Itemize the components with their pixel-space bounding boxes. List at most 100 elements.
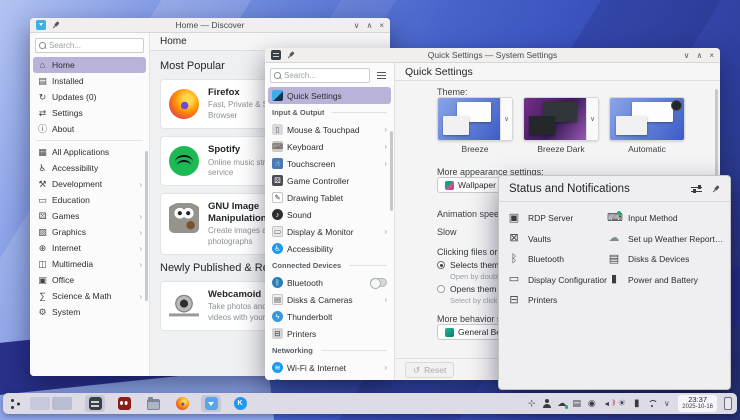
maximize-button[interactable]: ∧ xyxy=(696,48,702,63)
tray-status-item[interactable]: Vaults xyxy=(507,229,607,250)
wallpaper-button[interactable]: Wallpaper xyxy=(437,177,504,193)
bluetooth-toggle[interactable] xyxy=(370,278,387,287)
tray-status-item[interactable]: Display Configuration xyxy=(507,270,607,291)
tray-status-item[interactable]: Printers xyxy=(507,290,607,311)
category-item[interactable]: System xyxy=(30,304,149,320)
discover-titlebar[interactable]: Home — Discover ∨ ∧ × xyxy=(30,18,390,33)
sidebar-scrollbar[interactable] xyxy=(390,131,393,211)
minimize-button[interactable]: ∨ xyxy=(684,48,690,63)
tray-status-item[interactable]: RDP Server xyxy=(507,208,607,229)
task-button[interactable] xyxy=(172,395,192,412)
category-item[interactable]: Multimedia xyxy=(30,256,149,272)
sidebar-item[interactable]: Installed xyxy=(30,73,149,89)
settings-nav-item[interactable]: Input & Output xyxy=(265,104,394,121)
sidebar-item[interactable]: Home xyxy=(33,57,146,73)
brightness-icon[interactable] xyxy=(616,398,627,409)
settings-nav-item[interactable]: Display & Monitor xyxy=(265,223,394,240)
settings-nav-item[interactable]: Touchscreen xyxy=(265,155,394,172)
settings-titlebar[interactable]: Quick Settings — System Settings ∨ ∧ × xyxy=(265,48,720,63)
content-scrollbar[interactable] xyxy=(715,89,718,177)
volume-icon[interactable] xyxy=(601,398,612,409)
category-item[interactable]: Office xyxy=(30,272,149,288)
sidebar-item[interactable]: Updates (0) xyxy=(30,89,149,105)
kdeconnect-icon[interactable] xyxy=(526,398,537,409)
category-item[interactable]: All Applications xyxy=(30,144,149,160)
wifi-icon[interactable] xyxy=(646,398,657,409)
category-item[interactable]: Development xyxy=(30,176,149,192)
settings-nav-label: Display & Monitor xyxy=(287,227,354,237)
settings-nav-item[interactable]: Disks & Cameras xyxy=(265,291,394,308)
clipboard-icon[interactable] xyxy=(571,398,582,409)
settings-nav-item[interactable]: Online Accounts xyxy=(265,376,394,380)
sidebar-scrollbar[interactable] xyxy=(145,151,148,301)
category-item[interactable]: Accessibility xyxy=(30,160,149,176)
radio-opens-them[interactable]: Opens them xyxy=(437,284,496,294)
cloud-sync-icon[interactable] xyxy=(556,398,567,409)
configure-icon[interactable] xyxy=(691,185,702,194)
close-button[interactable]: × xyxy=(709,48,714,63)
application-launcher-icon[interactable] xyxy=(8,396,23,411)
search-input[interactable] xyxy=(284,71,366,80)
category-item[interactable]: Science & Math xyxy=(30,288,149,304)
sidebar-item[interactable]: Settings xyxy=(30,105,149,121)
divider xyxy=(499,201,730,202)
maximize-button[interactable]: ∧ xyxy=(366,18,372,33)
category-item[interactable]: Games xyxy=(30,208,149,224)
digital-clock[interactable]: 23:37 2025-10-16 xyxy=(678,395,717,412)
screen-record-icon[interactable] xyxy=(586,398,597,409)
theme-preview[interactable] xyxy=(609,97,685,141)
task-button[interactable] xyxy=(143,395,163,412)
show-desktop-button[interactable] xyxy=(724,397,732,410)
task-button[interactable] xyxy=(201,395,221,412)
settings-nav-item[interactable]: Quick Settings xyxy=(268,87,391,104)
desktop-2[interactable] xyxy=(52,397,72,410)
radio-icon[interactable] xyxy=(437,285,445,293)
minimize-button[interactable]: ∨ xyxy=(354,18,360,33)
task-button[interactable] xyxy=(230,395,250,412)
category-item[interactable]: Graphics xyxy=(30,224,149,240)
radio-selects-them[interactable]: Selects them xyxy=(437,260,499,270)
user-icon[interactable] xyxy=(541,398,552,409)
theme-dropdown-button[interactable] xyxy=(500,98,512,140)
battery-icon[interactable] xyxy=(631,398,642,409)
settings-nav-item[interactable]: Sound xyxy=(265,206,394,223)
settings-nav-item[interactable]: Bluetooth xyxy=(265,274,394,291)
pin-icon[interactable] xyxy=(709,183,722,196)
pin-icon[interactable] xyxy=(284,49,297,62)
settings-nav-item[interactable]: Wi-Fi & Internet xyxy=(265,359,394,376)
pin-icon[interactable] xyxy=(49,19,62,32)
search-input[interactable] xyxy=(49,41,140,50)
settings-nav-item[interactable]: Thunderbolt xyxy=(265,308,394,325)
accessibility-blue-icon xyxy=(272,243,283,254)
settings-nav-item[interactable]: Game Controller xyxy=(265,172,394,189)
menu-button[interactable] xyxy=(374,68,389,83)
tray-status-item[interactable]: Bluetooth xyxy=(507,249,607,270)
category-item[interactable]: Education xyxy=(30,192,149,208)
tray-expand-icon[interactable] xyxy=(661,398,672,409)
tray-status-item[interactable]: Set up Weather Report… xyxy=(607,229,727,250)
task-button[interactable] xyxy=(85,395,105,412)
settings-nav-item[interactable]: Drawing Tablet xyxy=(265,189,394,206)
tray-status-item[interactable]: Disks & Devices xyxy=(607,249,727,270)
settings-nav-item[interactable]: Accessibility xyxy=(265,240,394,257)
tray-status-item[interactable]: Input Method xyxy=(607,208,727,229)
search-field[interactable] xyxy=(270,68,370,83)
category-item[interactable]: Internet xyxy=(30,240,149,256)
settings-nav-item[interactable]: Connected Devices xyxy=(265,257,394,274)
theme-dropdown-button[interactable] xyxy=(586,98,598,140)
settings-nav-item[interactable]: Mouse & Touchpad xyxy=(265,121,394,138)
tray-status-item[interactable]: Power and Battery xyxy=(607,270,727,291)
sidebar-item-label: Updates (0) xyxy=(52,92,96,102)
close-button[interactable]: × xyxy=(379,18,384,33)
desktop-1[interactable] xyxy=(30,397,50,410)
reset-button[interactable]: ↺ Reset xyxy=(405,362,454,378)
settings-nav-item[interactable]: Keyboard xyxy=(265,138,394,155)
search-field[interactable] xyxy=(35,38,144,53)
task-button[interactable] xyxy=(114,395,134,412)
sidebar-item[interactable]: About xyxy=(30,121,149,137)
settings-nav-item[interactable]: Printers xyxy=(265,325,394,342)
theme-preview[interactable] xyxy=(523,97,599,141)
theme-preview[interactable] xyxy=(437,97,513,141)
settings-nav-item[interactable]: Networking xyxy=(265,342,394,359)
radio-icon[interactable] xyxy=(437,261,445,269)
